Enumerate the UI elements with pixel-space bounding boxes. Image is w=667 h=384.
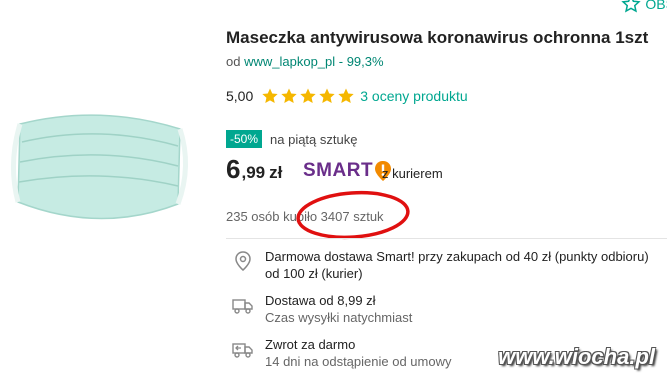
return-truck-icon xyxy=(232,343,253,358)
reviews-link[interactable]: 3 oceny produktu xyxy=(360,88,467,104)
seller-prefix: od xyxy=(226,54,241,69)
star-icon xyxy=(281,88,297,104)
shipping-price-text: Dostawa od 8,99 zł xyxy=(265,293,376,308)
delivery-row-smart: Darmowa dostawa Smart! przy zakupach od … xyxy=(232,248,649,282)
delivery-smart-text-2: od 100 zł (kurier) xyxy=(265,266,363,281)
shipping-time-text: Czas wysyłki natychmiast xyxy=(265,310,413,325)
divider xyxy=(226,238,667,239)
discount-line: -50% na piątą sztukę xyxy=(226,130,357,148)
red-highlight-circle xyxy=(296,190,410,240)
star-icon xyxy=(262,88,278,104)
map-pin-icon xyxy=(235,251,251,271)
delivery-row-shipping: Dostawa od 8,99 zł Czas wysyłki natychmi… xyxy=(232,292,412,326)
star-icon xyxy=(319,88,335,104)
delivery-row-return: Zwrot za darmo 14 dni na odstąpienie od … xyxy=(232,336,451,370)
discount-badge: -50% xyxy=(226,130,263,148)
watermark: www.wiocha.pl xyxy=(498,344,655,369)
price: 6 ,99 zł xyxy=(226,154,282,185)
discount-text: na piątą sztukę xyxy=(270,131,358,147)
star-icon xyxy=(300,88,316,104)
price-decimal: ,99 xyxy=(241,163,266,182)
rating-value: 5,00 xyxy=(226,88,254,104)
truck-icon xyxy=(232,299,253,314)
return-period-text: 14 dni na odstąpienie od umowy xyxy=(265,354,452,369)
seller-line: od www_lapkop_pl - 99,3% xyxy=(226,54,384,69)
rating-line: 5,00 3 oceny produktu xyxy=(226,87,468,105)
star-outline-icon xyxy=(621,0,642,13)
rating-stars xyxy=(261,87,355,105)
product-image[interactable] xyxy=(0,84,200,244)
price-currency: zł xyxy=(269,163,283,182)
price-integer: 6 xyxy=(226,154,241,184)
seller-link[interactable]: www_lapkop_pl - 99,3% xyxy=(244,54,383,69)
observe-button[interactable]: OBS xyxy=(621,0,667,14)
courier-text: z kurierem xyxy=(382,166,443,181)
star-icon xyxy=(338,88,354,104)
delivery-smart-text: Darmowa dostawa Smart! przy zakupach od … xyxy=(265,249,649,264)
smart-logo: SMART xyxy=(303,160,392,182)
smart-label: SMART xyxy=(303,160,374,181)
return-text: Zwrot za darmo xyxy=(265,337,356,352)
observe-label: OBS xyxy=(645,0,667,12)
product-title: Maseczka antywirusowa koronawirus ochron… xyxy=(226,28,649,47)
